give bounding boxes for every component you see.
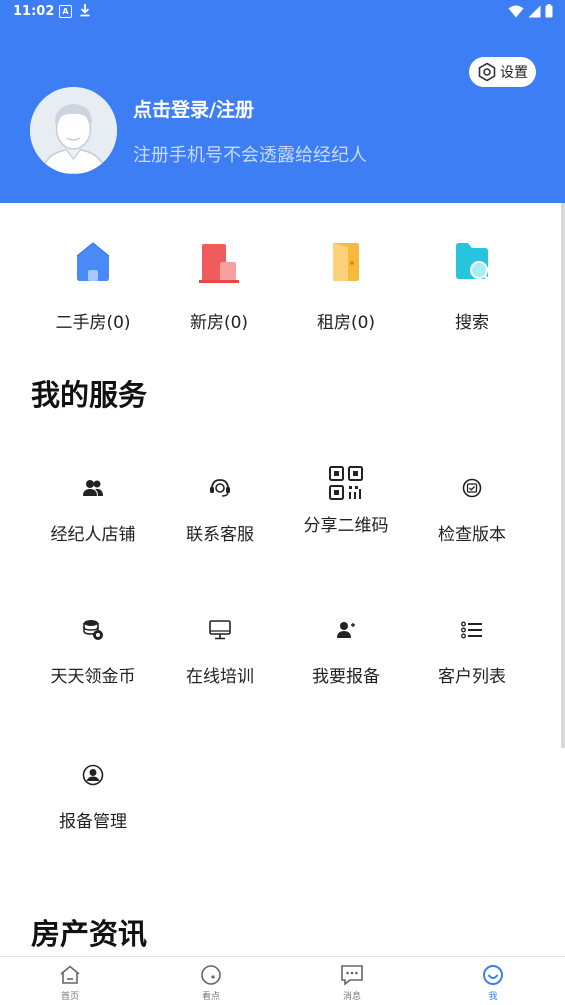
status-bar: 11:02 A [0,0,565,24]
coins-icon [83,620,103,640]
service-agent-shop[interactable]: 经纪人店铺 [29,470,157,545]
download-icon [80,4,90,17]
tab-label: 我 [488,992,498,1002]
settings-button[interactable]: 设置 [469,57,536,87]
door-icon [333,243,359,281]
service-label: 客户列表 [438,667,506,687]
service-label: 报备管理 [59,812,127,832]
quick-link-new-house[interactable]: 新房(0) [169,240,269,333]
service-label: 经纪人店铺 [50,525,136,545]
service-label: 分享二维码 [303,516,389,536]
service-check-version[interactable]: 检查版本 [408,470,536,545]
news-title: 房产资讯 [31,917,148,951]
building-icon [199,244,239,283]
tab-home[interactable]: 首页 [30,961,110,1002]
person-add-icon [337,622,355,638]
scrollbar[interactable] [561,203,565,748]
version-check-icon [462,478,482,498]
app-notification-icon: A [59,5,72,18]
login-subtitle: 注册手机号不会透露给经纪人 [133,145,367,166]
discover-icon [201,965,221,985]
service-share-qrcode[interactable]: 分享二维码 [282,465,410,536]
wifi-icon [508,5,524,17]
service-label: 天天领金币 [50,667,136,687]
hexagon-settings-icon [478,62,496,82]
quick-link-label: 搜索 [455,313,489,333]
service-report-management[interactable]: 报备管理 [29,757,157,832]
services-title: 我的服务 [31,378,148,412]
tab-label: 消息 [342,992,361,1002]
tab-label: 看点 [201,992,220,1002]
tab-discover[interactable]: 看点 [171,961,251,1002]
profile-header: 11:02 A 设置 点击登录/注册 注册手机号不会透露给经纪人 [0,0,565,203]
service-client-list[interactable]: 客户列表 [408,612,536,687]
list-icon [461,621,482,639]
service-label: 检查版本 [438,525,506,545]
service-label: 我要报备 [312,667,380,687]
house-icon [76,242,110,281]
quick-link-search[interactable]: 搜索 [422,240,522,333]
people-icon [83,480,103,496]
home-icon [60,965,80,984]
service-label: 联系客服 [186,525,254,545]
smile-icon [483,965,503,985]
quick-link-second-hand[interactable]: 二手房(0) [43,240,143,333]
avatar[interactable] [30,87,117,174]
tab-me[interactable]: 我 [453,961,533,1002]
quick-link-label: 新房(0) [189,313,249,333]
quick-link-label: 二手房(0) [55,313,131,333]
battery-icon [545,4,553,18]
service-label: 在线培训 [186,667,254,687]
settings-label: 设置 [500,65,528,81]
user-circle-icon [82,764,104,786]
quick-link-label: 租房(0) [316,313,376,333]
status-time: 11:02 [13,4,55,19]
quick-link-rent[interactable]: 租房(0) [296,240,396,333]
tab-label: 首页 [60,992,79,1002]
default-avatar-icon [30,87,117,174]
status-right [508,4,553,18]
tab-messages[interactable]: 消息 [312,961,392,1002]
search-folder-icon [456,243,490,281]
service-daily-coins[interactable]: 天天领金币 [29,612,157,687]
signal-icon [528,5,541,17]
service-online-training[interactable]: 在线培训 [156,612,284,687]
monitor-icon [209,620,231,640]
qrcode-icon [329,466,363,500]
message-icon [341,965,363,986]
bottom-tab-bar: 首页 看点 消息 我 [0,956,565,1005]
headset-icon [210,479,230,497]
service-report-client[interactable]: 我要报备 [282,612,410,687]
login-register-link[interactable]: 点击登录/注册 [133,95,254,122]
service-contact-support[interactable]: 联系客服 [156,470,284,545]
